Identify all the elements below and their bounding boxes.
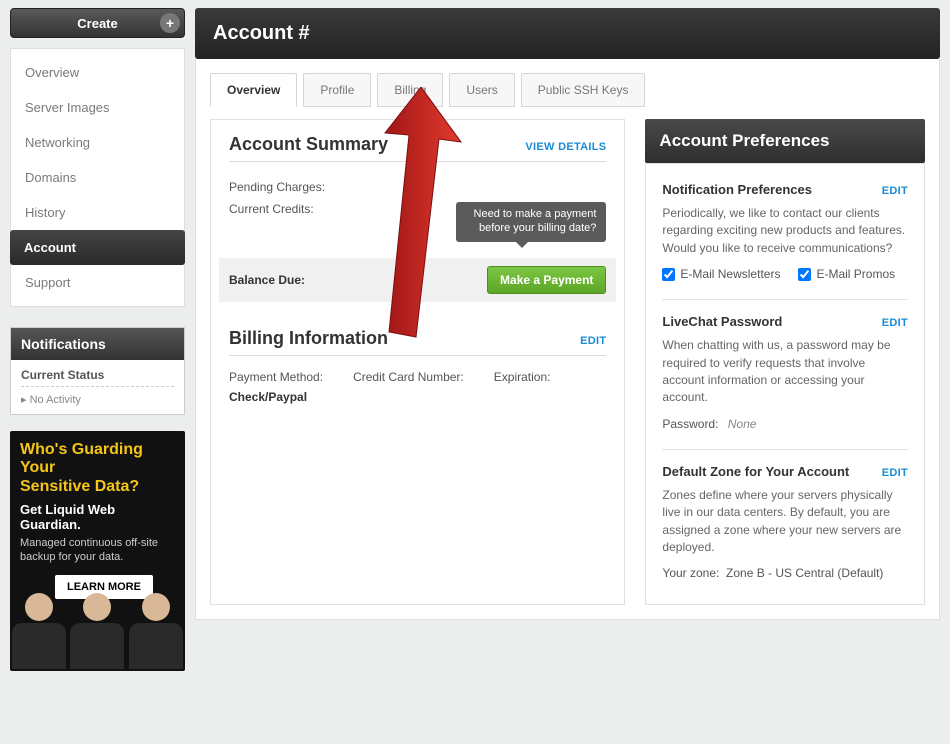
payment-method-label: Payment Method: — [229, 370, 323, 384]
tab-users[interactable]: Users — [449, 73, 514, 107]
livechat-edit-link[interactable]: EDIT — [882, 317, 908, 329]
billing-edit-link[interactable]: EDIT — [580, 335, 606, 347]
notif-prefs-title: Notification Preferences — [662, 182, 812, 197]
zone-line: Your zone: Zone B - US Central (Default) — [662, 566, 908, 580]
promo-subhead: Get Liquid Web Guardian. — [20, 502, 175, 532]
right-column: Account Preferences Notification Prefere… — [645, 119, 925, 605]
notif-prefs-desc: Periodically, we like to contact our cli… — [662, 205, 908, 257]
tab-overview[interactable]: Overview — [210, 73, 297, 107]
default-zone-desc: Zones define where your servers physical… — [662, 487, 908, 557]
notifications-status-label: Current Status — [21, 368, 174, 387]
livechat-password-line: Password: None — [662, 417, 908, 431]
promo-desc: Managed continuous off-site backup for y… — [20, 536, 175, 565]
notifications-panel: Notifications Current Status ▸ No Activi… — [10, 327, 185, 415]
plus-icon: + — [160, 13, 180, 33]
sidebar-item-overview[interactable]: Overview — [11, 55, 184, 90]
create-button[interactable]: Create + — [10, 8, 185, 38]
default-zone-edit-link[interactable]: EDIT — [882, 467, 908, 479]
billing-info-title: Billing Information — [229, 328, 388, 349]
tab-profile[interactable]: Profile — [303, 73, 371, 107]
account-summary-title: Account Summary — [229, 134, 388, 155]
page-title: Account # — [195, 8, 940, 59]
sidebar-item-domains[interactable]: Domains — [11, 160, 184, 195]
livechat-title: LiveChat Password — [662, 314, 782, 329]
create-label: Create — [77, 16, 117, 31]
tab-public-ssh-keys[interactable]: Public SSH Keys — [521, 73, 646, 107]
left-column: Account Summary VIEW DETAILS Pending Cha… — [210, 119, 625, 605]
make-payment-button[interactable]: Make a Payment — [487, 266, 606, 294]
payment-tooltip: Need to make a payment before your billi… — [456, 202, 606, 242]
balance-due-label: Balance Due: — [229, 273, 305, 287]
card-number-label: Credit Card Number: — [353, 370, 464, 384]
sidebar-nav: Overview Server Images Networking Domain… — [10, 48, 185, 307]
notif-prefs-edit-link[interactable]: EDIT — [882, 185, 908, 197]
tab-billing[interactable]: Billing — [377, 73, 443, 107]
sidebar-item-networking[interactable]: Networking — [11, 125, 184, 160]
payment-method-value: Check/Paypal — [229, 390, 323, 404]
notifications-activity: ▸ No Activity — [21, 393, 174, 406]
current-credits-label: Current Credits: — [229, 202, 314, 216]
promo-headline: Who's Guarding YourSensitive Data? — [20, 441, 175, 496]
promo-banner: Who's Guarding YourSensitive Data? Get L… — [10, 431, 185, 671]
livechat-desc: When chatting with us, a password may be… — [662, 337, 908, 407]
sidebar-item-history[interactable]: History — [11, 195, 184, 230]
prefs-panel-title: Account Preferences — [645, 119, 925, 163]
email-promos-checkbox[interactable]: E-Mail Promos — [798, 267, 895, 281]
tabs: Overview Profile Billing Users Public SS… — [210, 73, 925, 107]
sidebar-item-support[interactable]: Support — [11, 265, 184, 300]
email-newsletters-checkbox[interactable]: E-Mail Newsletters — [662, 267, 780, 281]
promo-people-art — [10, 581, 185, 671]
pending-charges-label: Pending Charges: — [229, 180, 325, 194]
notifications-title: Notifications — [11, 328, 184, 360]
expiration-label: Expiration: — [494, 370, 551, 384]
sidebar-item-account[interactable]: Account — [10, 230, 185, 265]
view-details-link[interactable]: VIEW DETAILS — [525, 141, 606, 153]
default-zone-title: Default Zone for Your Account — [662, 464, 849, 479]
sidebar-item-server-images[interactable]: Server Images — [11, 90, 184, 125]
